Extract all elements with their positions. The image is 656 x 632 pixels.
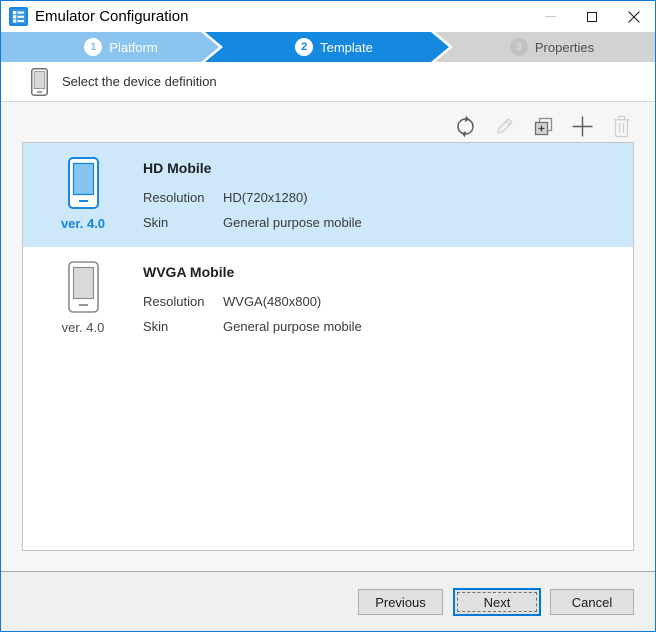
delete-icon xyxy=(609,114,634,139)
skin-label: Skin xyxy=(143,215,223,230)
template-toolbar xyxy=(452,112,634,140)
emulator-manager-app-icon xyxy=(9,7,28,26)
next-button[interactable]: Next xyxy=(453,588,541,616)
device-row-wvga-mobile[interactable]: ver. 4.0 WVGA Mobile Resolution WVGA(480… xyxy=(23,247,633,351)
wizard-step-template[interactable]: 2 Template xyxy=(205,32,449,62)
step-description-row: Select the device definition xyxy=(1,62,655,102)
device-name: WVGA Mobile xyxy=(143,264,633,280)
add-button[interactable] xyxy=(569,113,595,139)
window-title: Emulator Configuration xyxy=(35,8,188,25)
resolution-label: Resolution xyxy=(143,190,223,205)
delete-button[interactable] xyxy=(608,113,634,139)
step-number-badge: 2 xyxy=(295,38,313,56)
close-icon xyxy=(628,11,640,23)
phone-icon xyxy=(31,68,48,96)
cancel-button[interactable]: Cancel xyxy=(550,589,634,615)
maximize-button[interactable] xyxy=(571,1,613,32)
skin-label: Skin xyxy=(143,319,223,334)
device-name: HD Mobile xyxy=(143,160,633,176)
device-icon-column: ver. 4.0 xyxy=(23,247,143,351)
edit-icon xyxy=(492,114,517,139)
clone-button[interactable] xyxy=(530,113,556,139)
wizard-step-properties[interactable]: 3 Properties xyxy=(435,32,655,62)
skin-value: General purpose mobile xyxy=(223,319,633,334)
minimize-button[interactable] xyxy=(529,1,571,32)
footer-bar: Previous Next Cancel xyxy=(1,571,655,631)
device-version: ver. 4.0 xyxy=(62,320,105,335)
step-label: Template xyxy=(320,40,373,55)
wizard-breadcrumb: 1 Platform 2 Template 3 Properties xyxy=(1,32,655,62)
close-button[interactable] xyxy=(613,1,655,32)
device-row-hd-mobile[interactable]: ver. 4.0 HD Mobile Resolution HD(720x128… xyxy=(23,143,633,247)
step-description-text: Select the device definition xyxy=(62,74,217,89)
device-text-column: WVGA Mobile Resolution WVGA(480x800) Ski… xyxy=(143,247,633,351)
edit-button[interactable] xyxy=(491,113,517,139)
maximize-icon xyxy=(587,12,597,22)
emulator-configuration-window: Emulator Configuration 1 Platform 2 Temp… xyxy=(0,0,656,632)
device-text-column: HD Mobile Resolution HD(720x1280) Skin G… xyxy=(143,143,633,247)
step-label: Platform xyxy=(109,40,157,55)
skin-value: General purpose mobile xyxy=(223,215,633,230)
minimize-icon xyxy=(545,16,556,17)
resolution-value: HD(720x1280) xyxy=(223,190,633,205)
device-icon-column: ver. 4.0 xyxy=(23,143,143,247)
device-skin-row: Skin General purpose mobile xyxy=(143,319,633,334)
step-number-badge: 1 xyxy=(84,38,102,56)
clone-icon xyxy=(531,114,556,139)
resolution-value: WVGA(480x800) xyxy=(223,294,633,309)
step-label: Properties xyxy=(535,40,594,55)
refresh-icon xyxy=(453,114,478,139)
wizard-step-platform[interactable]: 1 Platform xyxy=(1,32,219,62)
device-resolution-row: Resolution HD(720x1280) xyxy=(143,190,633,205)
device-template-list: ver. 4.0 HD Mobile Resolution HD(720x128… xyxy=(22,142,634,551)
device-skin-row: Skin General purpose mobile xyxy=(143,215,633,230)
resolution-label: Resolution xyxy=(143,294,223,309)
device-version: ver. 4.0 xyxy=(61,216,105,231)
refresh-button[interactable] xyxy=(452,113,478,139)
hd-mobile-phone-icon xyxy=(68,157,99,209)
wvga-mobile-phone-icon xyxy=(68,261,99,313)
previous-button[interactable]: Previous xyxy=(358,589,443,615)
step-number-badge: 3 xyxy=(510,38,528,56)
device-resolution-row: Resolution WVGA(480x800) xyxy=(143,294,633,309)
add-icon xyxy=(570,114,595,139)
content-area: ver. 4.0 HD Mobile Resolution HD(720x128… xyxy=(1,102,655,571)
titlebar: Emulator Configuration xyxy=(1,1,655,32)
